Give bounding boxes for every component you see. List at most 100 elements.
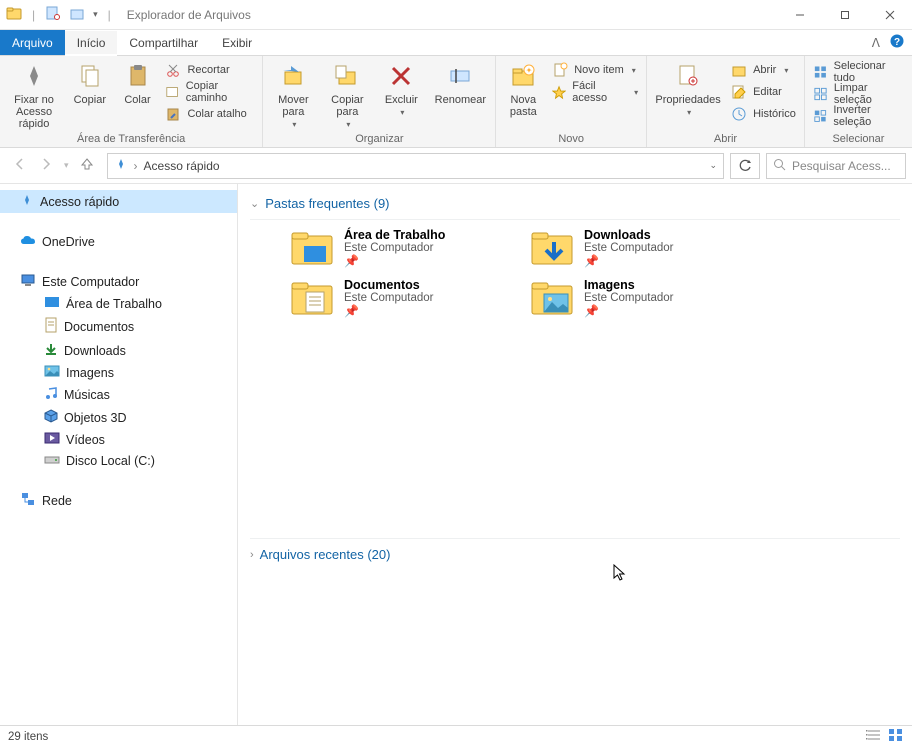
folder-tile-documents[interactable]: Documentos Este Computador 📌 <box>290 278 500 318</box>
copy-to-button[interactable]: Copiar para▾ <box>325 60 369 129</box>
sidebar-item-videos[interactable]: Vídeos <box>0 429 237 450</box>
address-bar[interactable]: › Acesso rápido ⌄ <box>107 153 724 179</box>
sidebar-item-local-disk[interactable]: Disco Local (C:) <box>0 450 237 471</box>
properties-button[interactable]: Propriedades▾ <box>655 60 721 117</box>
sidebar-item-music[interactable]: Músicas <box>0 383 237 406</box>
group-organize-title: Organizar <box>271 131 487 145</box>
back-button[interactable] <box>12 156 28 175</box>
chevron-down-icon: ▾ <box>784 66 788 75</box>
paste-button[interactable]: Colar <box>120 60 156 106</box>
chevron-right-icon: › <box>250 549 254 561</box>
refresh-button[interactable] <box>730 153 760 179</box>
network-icon <box>20 492 36 509</box>
ribbon-group-new: ✦ Nova pasta Novo item▾ Fácil acesso▾ No… <box>496 56 647 147</box>
details-view-icon[interactable] <box>866 728 882 745</box>
new-folder-button[interactable]: ✦ Nova pasta <box>504 60 542 118</box>
search-input[interactable]: Pesquisar Acess... <box>766 153 906 179</box>
qat-newfolder-icon[interactable] <box>69 5 85 24</box>
folder-tile-downloads[interactable]: Downloads Este Computador 📌 <box>530 228 740 268</box>
chevron-down-icon: ▾ <box>292 120 296 129</box>
breadcrumb-separator: › <box>134 159 138 173</box>
sidebar-item-documents[interactable]: Documentos <box>0 314 237 339</box>
copy-button[interactable]: Copiar <box>70 60 109 106</box>
window-title: Explorador de Arquivos <box>121 8 251 22</box>
video-icon <box>44 432 60 447</box>
up-button[interactable] <box>79 156 95 175</box>
titlebar: | ▾ | Explorador de Arquivos <box>0 0 912 30</box>
frequent-folders-header[interactable]: ⌄ Pastas frequentes (9) <box>250 192 900 220</box>
open-button[interactable]: Abrir▾ <box>731 60 796 80</box>
select-all-button[interactable]: Selecionar tudo <box>813 62 904 82</box>
move-to-button[interactable]: Mover para▾ <box>271 60 315 129</box>
sidebar-item-quick-access[interactable]: Acesso rápido <box>0 190 237 213</box>
forward-button[interactable] <box>38 156 54 175</box>
pin-icon: 📌 <box>584 254 674 268</box>
navigation-pane: Acesso rápido OneDrive Este Computador Á… <box>0 184 238 725</box>
rename-button[interactable]: Renomear <box>433 60 487 106</box>
maximize-button[interactable] <box>822 0 867 30</box>
chevron-down-icon: ▾ <box>632 66 636 75</box>
new-item-button[interactable]: Novo item▾ <box>552 60 638 80</box>
ribbon-group-organize: Mover para▾ Copiar para▾ Excluir▾ Renome… <box>263 56 496 147</box>
sidebar-item-desktop[interactable]: Área de Trabalho <box>0 293 237 314</box>
paste-label: Colar <box>124 94 150 106</box>
pin-quick-access-button[interactable]: Fixar no Acesso rápido <box>8 60 60 130</box>
qat-properties-icon[interactable] <box>45 5 61 24</box>
content-pane: ⌄ Pastas frequentes (9) Área de Trabalho… <box>238 184 912 725</box>
folder-tile-desktop[interactable]: Área de Trabalho Este Computador 📌 <box>290 228 500 268</box>
cut-button[interactable]: Recortar <box>165 60 254 80</box>
folder-icon <box>290 228 334 268</box>
desktop-icon <box>44 296 60 311</box>
folder-icon <box>530 228 574 268</box>
mouse-cursor-icon <box>613 564 627 587</box>
ribbon-group-clipboard: Fixar no Acesso rápido Copiar Colar Reco… <box>0 56 263 147</box>
qat-dropdown-icon[interactable]: ▾ <box>93 9 98 20</box>
delete-button[interactable]: Excluir▾ <box>379 60 423 117</box>
computer-icon <box>20 273 36 290</box>
svg-text:?: ? <box>894 37 900 48</box>
group-open-title: Abrir <box>655 131 796 145</box>
help-icon[interactable]: ? <box>890 34 904 51</box>
invert-selection-button[interactable]: Inverter seleção <box>813 106 904 126</box>
ribbon-tabs: Arquivo Início Compartilhar Exibir ᐱ ? <box>0 30 912 56</box>
minimize-button[interactable] <box>777 0 822 30</box>
breadcrumb-location[interactable]: Acesso rápido <box>144 159 220 173</box>
download-icon <box>44 342 58 359</box>
close-button[interactable] <box>867 0 912 30</box>
document-icon <box>44 317 58 336</box>
pin-icon: 📌 <box>584 304 674 318</box>
navigation-bar: ▾ › Acesso rápido ⌄ Pesquisar Acess... <box>0 148 912 184</box>
tab-home[interactable]: Início <box>65 31 118 56</box>
paste-shortcut-button[interactable]: Colar atalho <box>165 104 254 124</box>
svg-text:✦: ✦ <box>526 66 533 75</box>
sidebar-item-pictures[interactable]: Imagens <box>0 362 237 383</box>
pin-icon: 📌 <box>344 304 434 318</box>
tab-share[interactable]: Compartilhar <box>117 30 210 55</box>
ribbon-group-select: Selecionar tudo Limpar seleção Inverter … <box>805 56 912 147</box>
chevron-down-icon: ▾ <box>687 108 691 117</box>
search-icon <box>773 158 786 174</box>
sidebar-item-this-pc[interactable]: Este Computador <box>0 270 237 293</box>
tab-view[interactable]: Exibir <box>210 30 264 55</box>
select-none-button[interactable]: Limpar seleção <box>813 84 904 104</box>
folder-tile-pictures[interactable]: Imagens Este Computador 📌 <box>530 278 740 318</box>
recent-dropdown-icon[interactable]: ▾ <box>64 160 69 171</box>
sidebar-item-downloads[interactable]: Downloads <box>0 339 237 362</box>
drive-icon <box>44 453 60 468</box>
sidebar-item-onedrive[interactable]: OneDrive <box>0 231 237 252</box>
search-placeholder: Pesquisar Acess... <box>792 159 891 173</box>
recent-files-header[interactable]: › Arquivos recentes (20) <box>250 538 900 568</box>
pin-icon <box>20 193 34 210</box>
sidebar-item-3d-objects[interactable]: Objetos 3D <box>0 406 237 429</box>
sidebar-item-network[interactable]: Rede <box>0 489 237 512</box>
copy-path-button[interactable]: Copiar caminho <box>165 82 254 102</box>
folder-icon <box>290 278 334 318</box>
collapse-ribbon-icon[interactable]: ᐱ <box>872 36 880 50</box>
large-icons-view-icon[interactable] <box>888 728 904 745</box>
history-button[interactable]: Histórico <box>731 104 796 124</box>
easy-access-button[interactable]: Fácil acesso▾ <box>552 82 638 102</box>
tab-file[interactable]: Arquivo <box>0 30 65 55</box>
edit-button[interactable]: Editar <box>731 82 796 102</box>
qat-separator: | <box>32 8 35 22</box>
address-dropdown-icon[interactable]: ⌄ <box>709 160 717 171</box>
